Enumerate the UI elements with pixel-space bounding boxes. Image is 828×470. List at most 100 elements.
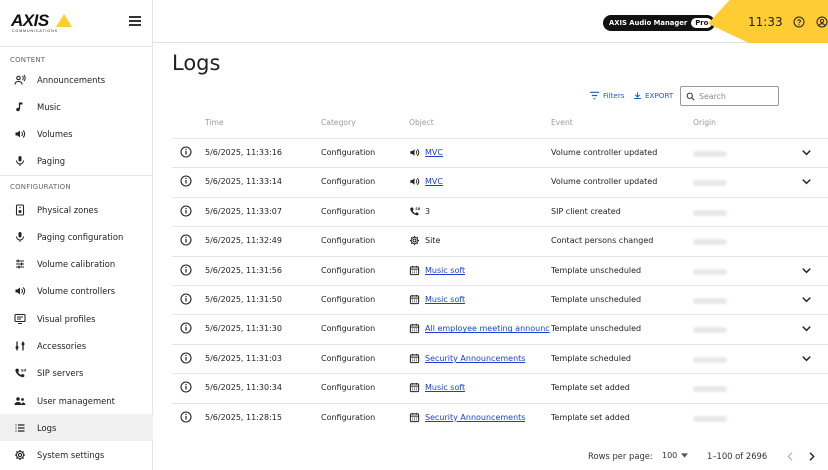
table-row[interactable]: 5/6/2025, 11:30:34 Configuration Music sof… — [172, 373, 828, 403]
sidebar-item-visual-profiles[interactable]: Visual profiles — [0, 305, 153, 332]
chevron-down-icon[interactable] — [802, 324, 811, 333]
cell-origin-redacted — [693, 151, 727, 157]
sidebar-item-system-settings[interactable]: System settings — [0, 442, 153, 469]
sip-phone-icon: SIP — [15, 368, 26, 378]
table-row[interactable]: 5/6/2025, 11:31:56 Configuration Music sof… — [172, 255, 828, 286]
info-icon[interactable] — [180, 146, 192, 158]
calendar-icon — [409, 324, 420, 334]
help-icon[interactable] — [793, 16, 805, 28]
product-name: AXIS Audio Manager — [609, 19, 688, 27]
filters-button[interactable]: Filters — [589, 91, 625, 100]
cell-object-link[interactable]: MVC — [425, 148, 443, 157]
sidebar-item-sip-servers[interactable]: SIP SIP servers — [0, 360, 153, 387]
chevron-down-icon[interactable] — [802, 177, 811, 186]
sidebar: AXIS COMMUNICATIONS CONTENT Announcement… — [0, 0, 153, 470]
rows-per-page-value: 100 — [662, 451, 678, 460]
table-row[interactable]: 5/6/2025, 11:33:14 Configuration MVC Volume… — [172, 167, 828, 197]
cell-time: 5/6/2025, 11:33:07 — [205, 206, 282, 216]
chevron-down-icon[interactable] — [802, 266, 811, 275]
search-input[interactable] — [699, 91, 774, 101]
cell-time: 5/6/2025, 11:31:03 — [205, 353, 282, 363]
cell-event: Volume controller updated — [551, 177, 658, 187]
previous-page-button[interactable] — [783, 449, 797, 463]
cell-object-link[interactable]: All employee meeting announc — [425, 324, 550, 333]
table-row[interactable]: 5/6/2025, 11:32:49 Configuration Site Conta… — [172, 226, 828, 256]
info-icon[interactable] — [180, 264, 192, 276]
sidebar-item-paging[interactable]: Paging — [0, 148, 153, 175]
microphone-icon — [16, 156, 24, 167]
chevron-left-icon — [786, 451, 792, 461]
sidebar-item-label: Announcements — [37, 74, 106, 85]
cell-object-link[interactable]: Security Announcements — [425, 413, 525, 422]
chevron-down-icon[interactable] — [802, 295, 811, 304]
cell-event: Contact persons changed — [551, 236, 654, 246]
microphone-icon — [16, 231, 24, 242]
column-header-origin[interactable]: Origin — [693, 118, 716, 127]
info-icon[interactable] — [180, 234, 192, 246]
cell-object-link[interactable]: Music soft — [425, 266, 465, 275]
table-row[interactable]: 5/6/2025, 11:28:15 Configuration Security … — [172, 402, 828, 433]
sidebar-item-label: Volumes — [37, 129, 73, 140]
next-page-button[interactable] — [804, 449, 818, 463]
sidebar-item-label: SIP servers — [37, 368, 84, 379]
sidebar-item-user-management[interactable]: User management — [0, 387, 153, 414]
sidebar-item-logs[interactable]: Logs — [0, 414, 153, 442]
column-header-object[interactable]: Object — [409, 118, 434, 127]
column-header-category[interactable]: Category — [321, 118, 356, 127]
cell-origin-redacted — [693, 327, 727, 334]
cell-origin-redacted — [693, 180, 727, 187]
info-icon[interactable] — [180, 205, 192, 217]
cell-event: Volume controller updated — [551, 148, 658, 157]
divider — [0, 46, 153, 47]
cell-object-link[interactable]: MVC — [425, 177, 443, 186]
cell-origin-redacted — [693, 415, 727, 422]
info-icon[interactable] — [180, 381, 192, 393]
cell-origin-redacted — [693, 209, 727, 216]
cell-object-link[interactable]: Music soft — [425, 383, 465, 392]
info-icon[interactable] — [180, 352, 192, 364]
cell-event: Template unscheduled — [551, 295, 642, 304]
sidebar-item-volumes[interactable]: Volumes — [0, 121, 153, 148]
sidebar-item-music[interactable]: Music — [0, 93, 153, 120]
sidebar-item-label: User management — [37, 395, 115, 406]
calendar-icon — [409, 412, 420, 422]
hamburger-menu-icon[interactable] — [129, 16, 141, 26]
sidebar-item-volume-controllers[interactable]: Volume controllers — [0, 278, 153, 305]
chevron-down-icon[interactable] — [802, 148, 811, 157]
logo-triangle — [56, 14, 72, 27]
sidebar-item-physical-zones[interactable]: Physical zones — [0, 196, 153, 223]
search-box[interactable] — [680, 86, 779, 106]
cell-object: Site — [425, 236, 441, 246]
cell-origin-redacted — [693, 298, 727, 304]
table-row[interactable]: 5/6/2025, 11:33:16 Configuration MVC Volume… — [172, 138, 828, 168]
cell-time: 5/6/2025, 11:33:16 — [205, 148, 282, 157]
rows-per-page-select[interactable]: 100 — [662, 451, 689, 460]
chevron-down-icon[interactable] — [802, 354, 811, 363]
info-icon[interactable] — [180, 293, 192, 305]
speaker-icon — [410, 178, 420, 186]
table-row[interactable]: 5/6/2025, 11:33:07 Configuration SIP 3 SIP c… — [172, 196, 828, 227]
cell-time: 5/6/2025, 11:32:49 — [205, 236, 282, 246]
column-header-time[interactable]: Time — [205, 118, 224, 127]
sidebar-item-paging-configuration[interactable]: Paging configuration — [0, 223, 153, 250]
column-header-event[interactable]: Event — [551, 118, 573, 127]
info-icon[interactable] — [180, 411, 192, 423]
cell-object-link[interactable]: Security Announcements — [425, 354, 525, 363]
cell-object-link[interactable]: Music soft — [425, 295, 465, 304]
info-icon[interactable] — [180, 175, 192, 187]
cell-event: Template set added — [551, 412, 630, 422]
table-row[interactable]: 5/6/2025, 11:31:50 Configuration Music sof… — [172, 285, 828, 315]
clock: 11:33 — [748, 15, 783, 29]
top-bar: AXIS Audio Manager Pro 11:33 — [153, 0, 828, 43]
table-row[interactable]: 5/6/2025, 11:31:30 Configuration All emplo… — [172, 314, 828, 344]
export-button[interactable]: EXPORT — [633, 91, 673, 100]
cell-event: Template unscheduled — [551, 324, 642, 334]
info-icon[interactable] — [180, 322, 192, 334]
sidebar-item-volume-calibration[interactable]: Volume calibration — [0, 251, 153, 278]
sidebar-item-announcements[interactable]: Announcements — [0, 66, 153, 93]
sidebar-item-accessories[interactable]: Accessories — [0, 333, 153, 360]
gear-icon — [409, 236, 420, 246]
cell-category: Configuration — [321, 353, 376, 363]
user-account-icon[interactable] — [816, 16, 828, 28]
table-row[interactable]: 5/6/2025, 11:31:03 Configuration Security … — [172, 343, 828, 374]
